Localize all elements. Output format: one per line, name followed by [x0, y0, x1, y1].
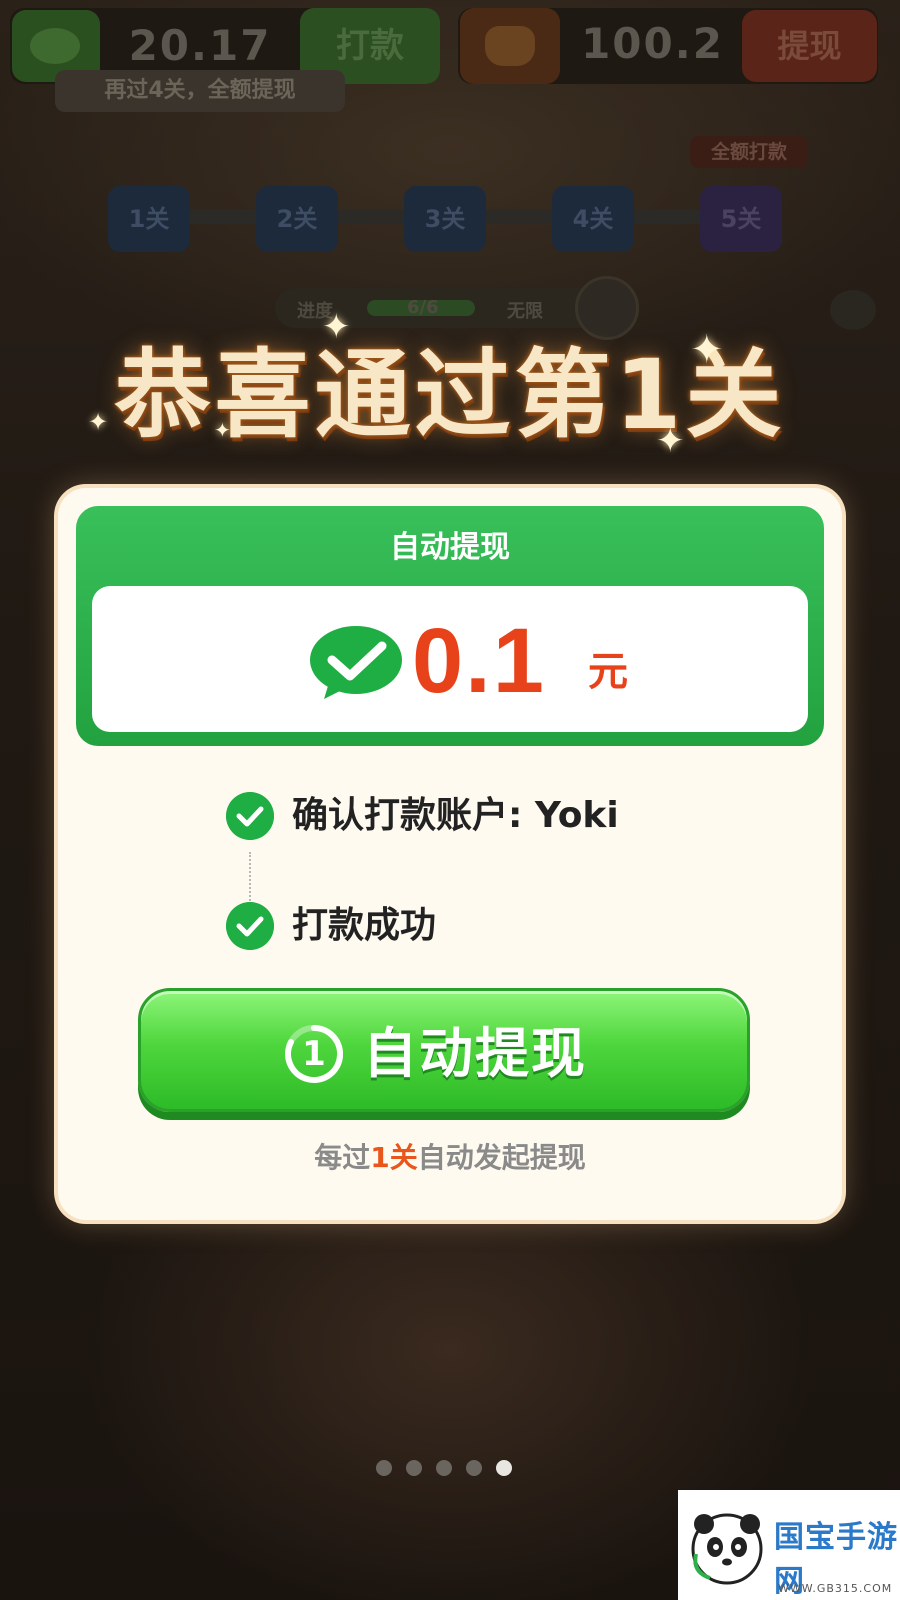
check-icon	[226, 792, 274, 840]
level-node-1: 1关	[108, 186, 190, 252]
page-dot[interactable]	[376, 1460, 392, 1476]
level-node-5: 5关	[700, 186, 782, 252]
page-dot[interactable]	[406, 1460, 422, 1476]
top-bar: 20.17 打款 再过4关，全额提现 100.2 提现	[0, 0, 900, 120]
full-payout-tag: 全额打款	[690, 136, 808, 168]
step-label: 确认打款账户: Yoki	[292, 795, 619, 836]
watermark-url: · WWW.GB315.COM ·	[778, 1564, 893, 1595]
sparkle-icon: ✦	[88, 408, 109, 436]
withdraw-button[interactable]: 提现	[742, 10, 877, 82]
step-payment-success: 打款成功	[226, 894, 786, 954]
auto-withdraw-button[interactable]: 1 自动提现	[138, 988, 750, 1112]
step-label: 打款成功	[292, 905, 437, 946]
footer-highlight: 1关	[370, 1141, 418, 1174]
level-node-2: 2关	[256, 186, 338, 252]
page-dot-active[interactable]	[496, 1460, 512, 1476]
right-balance-value: 100.2	[581, 19, 724, 68]
amount-value: 0.1	[412, 610, 546, 712]
camera-icon[interactable]	[830, 290, 876, 330]
step-confirm-account: 确认打款账户: Yoki	[226, 784, 786, 844]
countdown-number: 1	[302, 1034, 326, 1074]
watermark-name: 国宝手游网	[774, 1520, 898, 1599]
card-title: 自动提现	[390, 530, 510, 565]
sparkle-icon: ✦	[656, 421, 685, 461]
check-icon	[226, 902, 274, 950]
hint-tag: 再过4关，全额提现	[55, 70, 345, 112]
site-watermark: 国宝手游网 · WWW.GB315.COM ·	[678, 1490, 900, 1600]
wechat-pay-icon	[310, 626, 402, 699]
level-node-4: 4关	[552, 186, 634, 252]
footer-suffix: 自动发起提现	[417, 1141, 586, 1174]
sparkle-icon: ✦	[214, 418, 231, 442]
page-dot[interactable]	[436, 1460, 452, 1476]
withdraw-modal: 自动提现 0.1 元 确认打款账户: Yoki 打款成功 1 自动提现 每过1关…	[58, 488, 842, 1220]
left-balance-value: 20.17	[128, 21, 272, 70]
amount-box: 0.1 元	[92, 586, 808, 732]
money-bag-icon	[460, 8, 560, 84]
page-dot[interactable]	[466, 1460, 482, 1476]
sparkle-icon: ✦	[322, 307, 351, 347]
progress-value: 6/6	[407, 297, 439, 318]
withdraw-card: 自动提现 0.1 元	[76, 506, 824, 746]
sparkle-icon: ✦	[690, 327, 724, 373]
amount-unit: 元	[588, 649, 628, 695]
footer-note: 每过1关自动发起提现	[58, 1136, 842, 1180]
auto-withdraw-label: 自动提现	[363, 1022, 587, 1085]
pagination-dots	[376, 1458, 526, 1478]
footer-prefix: 每过	[314, 1141, 371, 1174]
panda-logo-icon	[691, 1513, 763, 1585]
progress-mode: 无限	[507, 301, 543, 322]
level-node-3: 3关	[404, 186, 486, 252]
